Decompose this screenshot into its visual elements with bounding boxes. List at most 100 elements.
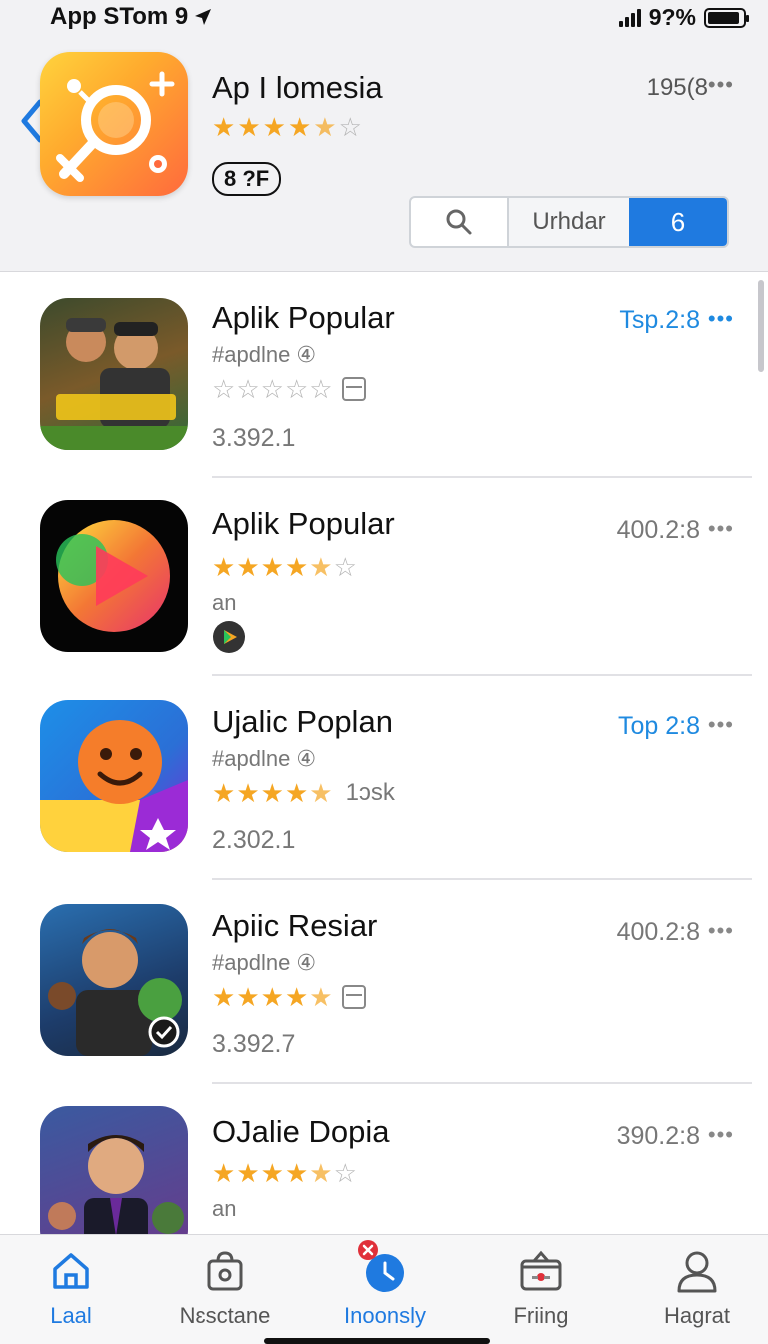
- star-icon: ★: [236, 778, 260, 808]
- star-icon: ★: [212, 778, 236, 808]
- more-options-icon[interactable]: •••: [708, 712, 734, 738]
- app-price[interactable]: Tsp.2:8: [619, 306, 700, 335]
- businessman-game-icon[interactable]: [40, 1106, 188, 1234]
- star-icon: ★: [284, 552, 309, 582]
- more-options-icon[interactable]: •••: [708, 72, 734, 98]
- clock-icon: [358, 1240, 409, 1295]
- star-icon: ★: [260, 982, 284, 1012]
- star-icon: ★: [237, 112, 261, 142]
- app-version: 3.392.1: [212, 424, 296, 452]
- star-icon: ☆: [284, 374, 309, 404]
- smiley-game-icon[interactable]: [40, 700, 188, 852]
- star-icon: ★: [260, 778, 284, 808]
- featured-app-icon[interactable]: [40, 52, 188, 196]
- small-play-icon: [213, 621, 245, 653]
- star-icon: ★: [236, 552, 260, 582]
- more-options-icon[interactable]: •••: [708, 918, 734, 944]
- list-item[interactable]: Ujalic Poplan #apdlne ④ ★ ★ ★ ★ ★ 1ɔsk 2.302.…: [0, 676, 752, 880]
- tab-home[interactable]: Laal: [0, 1247, 146, 1329]
- app-rating-stars: ★ ★ ★ ★ ★ 1ɔsk: [212, 780, 395, 806]
- app-title: OJalie Dopia: [212, 1114, 390, 1149]
- list-item[interactable]: Apiic Resiar #apdlne ④ ★ ★ ★ ★ ★ 3.392.7 400…: [0, 880, 752, 1084]
- list-item[interactable]: Aplik Popular ★ ★ ★ ★ ★ ☆ an 400.2:8 •••: [0, 478, 752, 676]
- more-options-icon[interactable]: •••: [708, 516, 734, 542]
- businessman-art: [48, 1135, 184, 1234]
- tab-label: Nɛsctane: [179, 1303, 271, 1328]
- play-art: [56, 520, 170, 632]
- play-store-icon[interactable]: [40, 500, 188, 652]
- app-version: 3.392.7: [212, 1030, 296, 1058]
- tab-updates[interactable]: Inoonsly: [310, 1240, 460, 1329]
- star-icon: ☆: [260, 374, 284, 404]
- star-icon: ★: [284, 778, 309, 808]
- battery-percent: 9?%: [648, 4, 696, 30]
- star-icon: ☆: [333, 552, 357, 582]
- app-developer: an: [212, 1196, 237, 1221]
- star-icon: ☆: [338, 112, 362, 142]
- star-icon: ★: [212, 112, 236, 142]
- scrollbar[interactable]: [758, 280, 764, 372]
- signal-icon: [618, 8, 641, 27]
- star-icon: ★: [309, 552, 333, 582]
- app-title: Aplik Popular: [212, 300, 395, 335]
- star-icon: ★: [309, 982, 333, 1012]
- list-item[interactable]: OJalie Dopia ★ ★ ★ ★ ★ ☆ an 390.2:8 •••: [0, 1084, 752, 1234]
- segmented-control: Urhdar 6: [409, 196, 729, 248]
- store-icon: [341, 377, 366, 401]
- tab-profile[interactable]: Hagrat: [622, 1247, 768, 1329]
- star-icon: ★: [236, 982, 260, 1012]
- app-price[interactable]: 400.2:8: [617, 516, 700, 545]
- location-arrow-icon: [195, 9, 212, 25]
- featured-rating-stars: ★ ★ ★ ★ ★ ☆: [212, 114, 362, 140]
- segment-count[interactable]: 6: [629, 198, 727, 246]
- app-title: Aplik Popular: [212, 506, 395, 541]
- home-icon: [47, 1247, 95, 1295]
- battery-icon: [704, 7, 749, 28]
- segment-update[interactable]: Urhdar: [509, 198, 629, 246]
- tab-label: Hagrat: [663, 1303, 731, 1328]
- tab-label: Inoonsly: [344, 1303, 426, 1328]
- app-rating-stars: ★ ★ ★ ★ ★ ☆: [212, 554, 357, 580]
- app-price[interactable]: Top 2:8: [618, 712, 700, 741]
- hero-art: [48, 929, 182, 1056]
- gift-box-icon: [517, 1247, 565, 1295]
- status-right: 9?%: [618, 4, 749, 31]
- bag-icon: [201, 1247, 249, 1295]
- tab-bar: Laal Nɛsctane Inoonsly Friing Hagrat: [0, 1234, 768, 1344]
- star-icon: ★: [260, 552, 284, 582]
- age-rating-badge: 8 ?F: [212, 162, 282, 196]
- star-icon: ★: [284, 982, 309, 1012]
- rating-count: 1ɔsk: [345, 779, 395, 806]
- tab-gifts[interactable]: Friing: [466, 1247, 616, 1329]
- star-icon: ★: [313, 112, 337, 142]
- app-price[interactable]: 390.2:8: [617, 1122, 700, 1151]
- soldier-game-icon[interactable]: [40, 298, 188, 450]
- segment-search[interactable]: [411, 198, 509, 246]
- star-icon: ☆: [333, 1158, 357, 1188]
- star-icon: ★: [309, 1158, 333, 1188]
- more-options-icon[interactable]: •••: [708, 1122, 734, 1148]
- app-developer: #apdlne ④: [212, 342, 317, 367]
- app-developer: #apdlne ④: [212, 746, 317, 771]
- star-icon: ★: [262, 112, 286, 142]
- app-title: Ujalic Poplan: [212, 704, 393, 739]
- tab-store[interactable]: Nɛsctane: [150, 1247, 300, 1329]
- app-list[interactable]: Aplik Popular #apdlne ④ ☆ ☆ ☆ ☆ ☆ 3.392.1 Ts…: [0, 272, 768, 1234]
- star-icon: ☆: [212, 374, 236, 404]
- app-rating-stars: ★ ★ ★ ★ ★: [212, 984, 366, 1010]
- star-icon: ★: [212, 982, 236, 1012]
- gender-symbol-icon: [56, 71, 175, 182]
- tab-label: Laal: [50, 1303, 92, 1328]
- tab-label: Friing: [513, 1303, 569, 1328]
- app-developer: #apdlne ④: [212, 950, 317, 975]
- more-options-icon[interactable]: •••: [708, 306, 734, 332]
- status-left: App STom 9: [50, 3, 212, 31]
- star-icon: ☆: [236, 374, 260, 404]
- smiley-art: [40, 720, 188, 852]
- app-price[interactable]: 400.2:8: [617, 918, 700, 947]
- hero-game-icon[interactable]: [40, 904, 188, 1056]
- app-rating-stars: ★ ★ ★ ★ ★ ☆: [212, 1160, 357, 1186]
- home-indicator[interactable]: [264, 1338, 490, 1344]
- list-item[interactable]: Aplik Popular #apdlne ④ ☆ ☆ ☆ ☆ ☆ 3.392.1 Ts…: [0, 272, 752, 478]
- app-developer: an: [212, 590, 237, 615]
